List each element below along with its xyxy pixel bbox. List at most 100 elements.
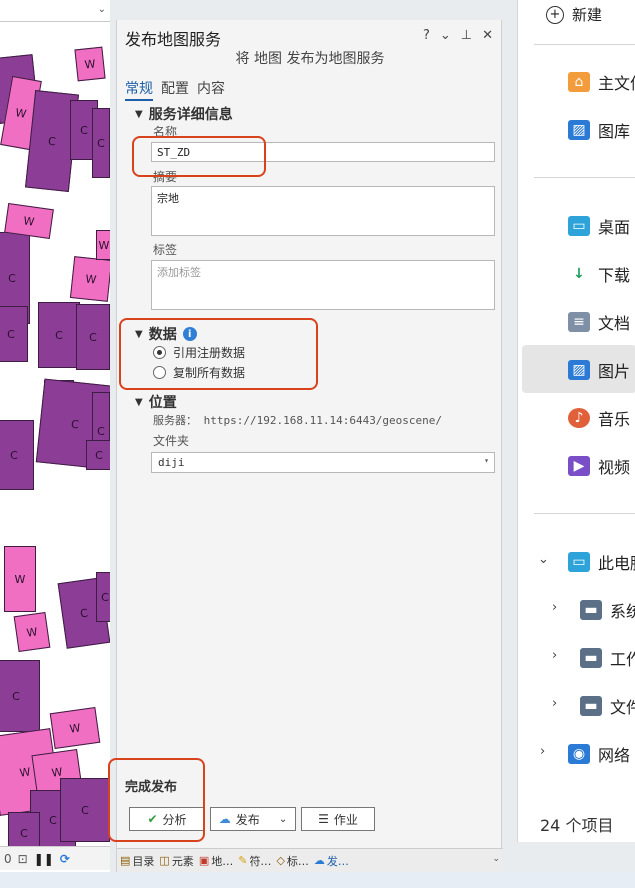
tree-drive-system[interactable]: ▬ 系统 (580, 598, 635, 622)
new-button[interactable]: + 新建 (546, 4, 602, 25)
selection-icon[interactable]: ⊡ (18, 852, 28, 866)
nav-item-documents[interactable]: ≡ 文档 (568, 310, 630, 334)
chevron-down-icon[interactable]: ⌄ (538, 552, 549, 567)
divider (534, 44, 635, 45)
nav-label: 图库 (598, 122, 631, 141)
publish-button[interactable]: ☁ 发布 ⌄ (210, 807, 296, 831)
nav-item-home[interactable]: ⌂ 主文件夹 (568, 70, 635, 94)
documents-icon: ≡ (568, 312, 590, 332)
parcel-c[interactable]: C (0, 420, 34, 490)
parcel-c[interactable]: C (38, 302, 80, 368)
tree-this-pc[interactable]: ▭ 此电脑 (568, 550, 635, 574)
tree-label: 此电脑 (598, 554, 635, 573)
tree-label: 工作 (610, 650, 635, 669)
nav-item-gallery[interactable]: ▨ 图库 (568, 118, 630, 142)
tab-label: 标… (286, 854, 309, 868)
scrollbar-thumb[interactable] (517, 670, 518, 718)
new-label: 新建 (572, 6, 603, 24)
tags-label: 标签 (153, 243, 178, 257)
server-url: https://192.168.11.14:6443/geoscene/ (203, 414, 443, 427)
plus-icon: + (546, 5, 564, 24)
parcel-w[interactable]: W (13, 611, 51, 653)
scale-digit: 0 (4, 851, 12, 866)
nav-item-downloads[interactable]: ↓ 下载 (568, 262, 630, 286)
service-details-header[interactable]: ▼ 服务详细信息 (135, 104, 233, 124)
bottom-tab-labeling[interactable]: ◇ 标… (276, 853, 308, 869)
nav-item-pictures[interactable]: ▨ 图片 (568, 358, 630, 382)
pictures-icon: ▨ (568, 360, 590, 380)
location-header[interactable]: ▼ 位置 (135, 392, 177, 412)
pin-icon[interactable]: ⊥ (461, 28, 472, 43)
tab-label: 地… (211, 854, 234, 868)
catalog-icon: ▤ (120, 854, 131, 867)
tree-label: 系统 (610, 602, 635, 621)
publish-icon: ☁ (313, 854, 325, 867)
nav-item-videos[interactable]: ▶ 视频 (568, 454, 630, 478)
bottom-tab-geoprocessing[interactable]: ▣ 地… (199, 853, 233, 869)
options-menu-icon[interactable]: ⌄ (440, 28, 451, 43)
highlight-data-options (119, 318, 318, 390)
this-pc-icon: ▭ (568, 552, 590, 572)
parcel-c[interactable]: C (76, 304, 110, 370)
chevron-down-icon[interactable]: ▼ (135, 109, 143, 120)
chevron-right-icon[interactable]: › (552, 648, 557, 663)
nav-item-desktop[interactable]: ▭ 桌面 (568, 214, 630, 238)
nav-label: 视频 (598, 458, 631, 477)
map-view[interactable]: ⌄ CWCWCCCWWWCCCCCCCCWCCWCWWWCCC 0 ⊡ ❚❚ ⟳ (0, 0, 110, 888)
bottom-tab-symbology[interactable]: ✎ 符… (238, 853, 271, 869)
chevron-down-icon[interactable]: ⌄ (98, 4, 106, 15)
chevron-right-icon[interactable]: › (552, 696, 557, 711)
tab-content[interactable]: 内容 (197, 78, 225, 101)
parcel-w[interactable]: W (74, 46, 106, 82)
chevron-down-icon[interactable]: ▼ (135, 397, 143, 408)
folder-value: diji (158, 456, 185, 469)
bottom-tab-catalog[interactable]: ▤ 目录 (120, 853, 154, 869)
parcel-c[interactable]: C (0, 660, 40, 732)
tab-label: 目录 (132, 854, 155, 868)
tags-input[interactable]: 添加标签 (151, 260, 495, 310)
nav-item-music[interactable]: ♪ 音乐 (568, 406, 630, 430)
parcel-c[interactable]: C (60, 778, 110, 842)
parcel-w[interactable]: W (49, 706, 101, 750)
parcel-w[interactable]: W (4, 202, 54, 240)
bottom-tab-publish[interactable]: ☁ 发… (314, 853, 349, 869)
folder-dropdown[interactable]: diji ▾ (151, 452, 495, 473)
taskbar (0, 872, 635, 888)
desktop-icon: ▭ (568, 216, 590, 236)
elements-icon: ◫ (159, 854, 170, 867)
jobs-button[interactable]: ☰ 作业 (301, 807, 375, 831)
parcel-w[interactable]: W (4, 546, 36, 612)
chevron-right-icon[interactable]: › (540, 744, 545, 759)
chevron-right-icon[interactable]: › (552, 600, 557, 615)
tree-drive-files[interactable]: ▬ 文件 (580, 694, 635, 718)
nav-label: 文档 (598, 314, 631, 333)
cloud-icon: ☁ (218, 812, 231, 826)
pane-bottom-tabs: ▤ 目录 ◫ 元素 ▣ 地… ✎ 符… ◇ 标… ☁ 发… ⌄ (117, 848, 503, 872)
parcel-w[interactable]: W (69, 256, 110, 302)
pause-icon[interactable]: ❚❚ (34, 852, 54, 866)
parcel-w[interactable]: W (96, 230, 110, 260)
more-tabs-icon[interactable]: ⌄ (492, 854, 500, 864)
parcel-c[interactable]: C (0, 306, 28, 362)
help-icon[interactable]: ? (423, 28, 430, 43)
pane-title: 发布地图服务 (125, 30, 222, 49)
parcel-c[interactable]: C (96, 572, 110, 622)
parcel-c[interactable]: C (92, 108, 110, 178)
tab-configuration[interactable]: 配置 (161, 78, 189, 101)
nav-label: 桌面 (598, 218, 631, 237)
tree-network[interactable]: ◉ 网络 (568, 742, 630, 766)
pane-tabs: 常规 配置 内容 (125, 78, 225, 101)
tab-label: 元素 (171, 854, 194, 868)
close-icon[interactable]: ✕ (482, 28, 493, 43)
tab-general[interactable]: 常规 (125, 78, 153, 101)
bottom-tab-elements[interactable]: ◫ 元素 (159, 853, 193, 869)
dropdown-arrow-icon[interactable]: ▾ (484, 456, 489, 465)
tree-drive-work[interactable]: ▬ 工作 (580, 646, 635, 670)
parcel-c[interactable]: C (86, 440, 110, 470)
chevron-down-icon[interactable]: ⌄ (279, 814, 287, 825)
summary-textarea[interactable]: 宗地 (151, 186, 495, 236)
server-row: 服务器： https://192.168.11.14:6443/geoscene… (153, 412, 442, 428)
refresh-icon[interactable]: ⟳ (60, 852, 70, 866)
screen: ⌄ CWCWCCCWWWCCCCCCCCWCCWCWWWCCC 0 ⊡ ❚❚ ⟳… (0, 0, 635, 888)
tree-label: 文件 (610, 698, 635, 717)
